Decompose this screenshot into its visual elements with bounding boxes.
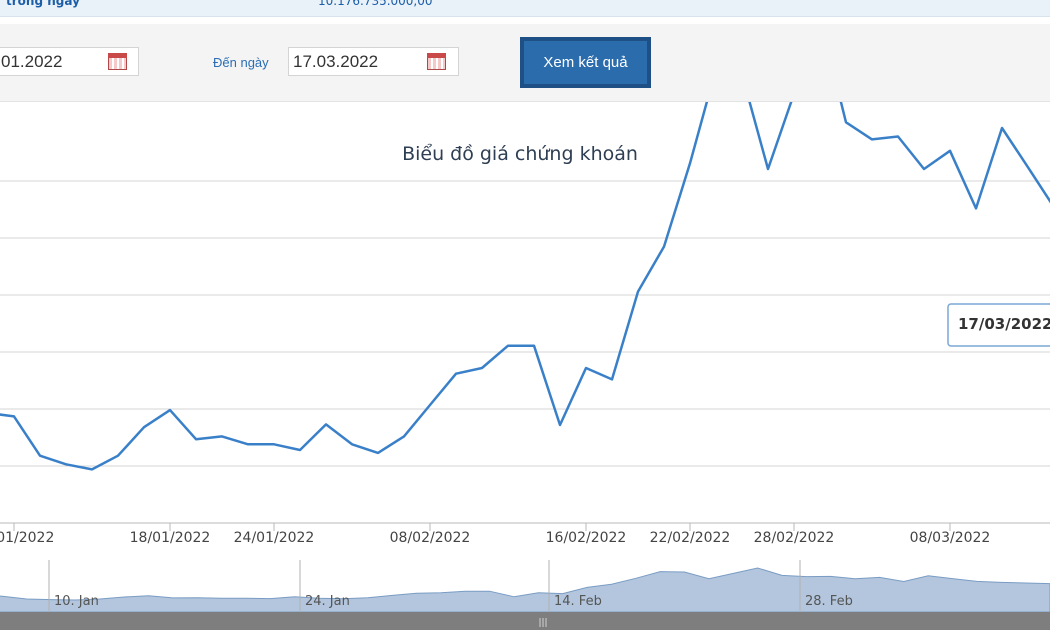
x-tick-label: 08/03/2022 bbox=[910, 530, 991, 546]
navigator-scrollbar[interactable]: ||| bbox=[0, 612, 1050, 630]
navigator-label: 28. Feb bbox=[805, 594, 853, 609]
navigator-label: 24. Jan bbox=[305, 594, 350, 609]
x-tick-label: 24/01/2022 bbox=[234, 530, 315, 546]
x-tick-label: 18/01/2022 bbox=[130, 530, 211, 546]
tooltip: 17/03/2022 bbox=[947, 303, 1050, 347]
stock-price-chart: Biểu đồ giá chứng khoán 10/01/2022 18/01/… bbox=[0, 102, 1050, 630]
x-tick-label: 28/02/2022 bbox=[754, 530, 835, 546]
scrollbar-grip-icon[interactable]: ||| bbox=[538, 618, 547, 628]
to-date-input[interactable]: 17.03.2022 bbox=[288, 47, 459, 76]
scrollbar-track[interactable] bbox=[0, 612, 1050, 630]
from-date-value: 01.2022 bbox=[1, 52, 63, 71]
calendar-icon[interactable] bbox=[108, 53, 127, 70]
chart-title: Biểu đồ giá chứng khoán bbox=[402, 143, 638, 165]
tooltip-date: 17/03/2022 bbox=[958, 315, 1050, 333]
x-tick-label: 22/02/2022 bbox=[650, 530, 731, 546]
summary-strip: trong ngày 10.176.735.000,00 bbox=[0, 0, 1050, 17]
summary-label: trong ngày bbox=[6, 0, 80, 8]
x-tick-label: 16/02/2022 bbox=[546, 530, 627, 546]
view-results-button[interactable]: Xem kết quả bbox=[520, 37, 651, 88]
grid bbox=[0, 180, 1050, 524]
navigator-label: 14. Feb bbox=[554, 594, 602, 609]
from-date-input[interactable]: 01.2022 bbox=[0, 47, 139, 76]
to-date-label: Đến ngày bbox=[213, 55, 269, 70]
navigator-label: 10. Jan bbox=[54, 594, 99, 609]
to-date-value: 17.03.2022 bbox=[293, 52, 379, 71]
x-tick-label: 10/01/2022 bbox=[0, 530, 54, 546]
navigator-area bbox=[0, 567, 1050, 613]
navigator[interactable]: 10. Jan 24. Jan 14. Feb 28. Feb bbox=[0, 560, 1050, 613]
date-filter-bar: 01.2022 Đến ngày 17.03.2022 Xem kết quả bbox=[0, 24, 1050, 102]
summary-value: 10.176.735.000,00 bbox=[318, 0, 433, 8]
x-axis-labels: 10/01/2022 18/01/2022 24/01/2022 08/02/2022… bbox=[0, 523, 990, 546]
calendar-icon[interactable] bbox=[427, 53, 446, 70]
x-tick-label: 08/02/2022 bbox=[390, 530, 471, 546]
